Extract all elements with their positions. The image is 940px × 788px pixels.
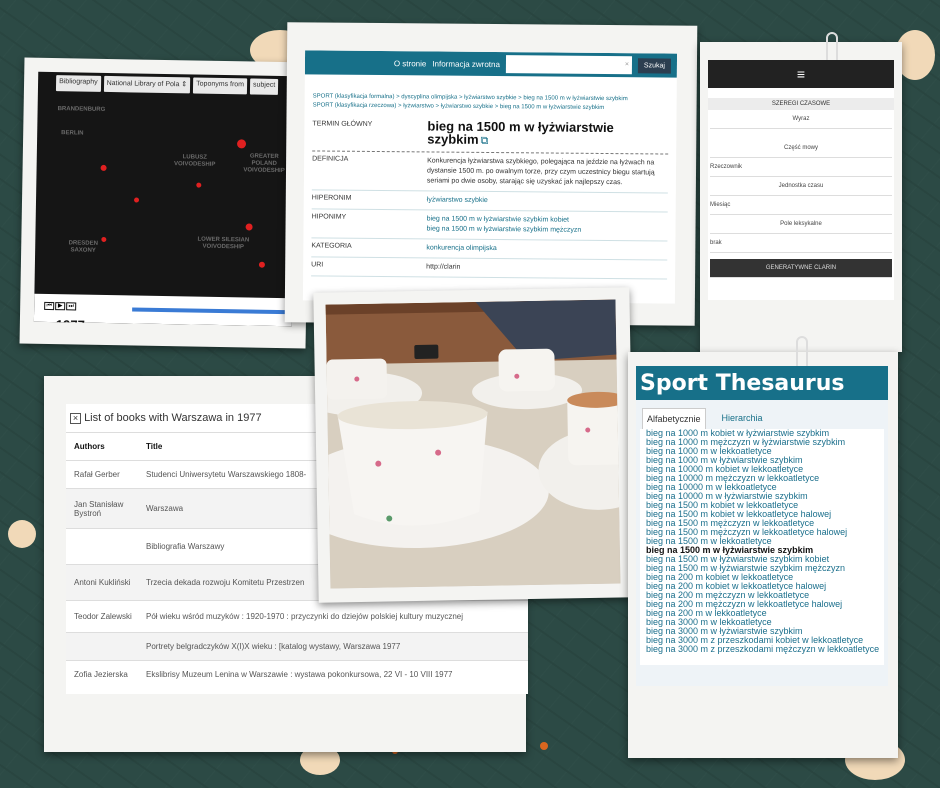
nav-feedback-link[interactable]: Informacja zwrotna [432, 59, 500, 69]
author-cell: Jan Stanisław Bystroń [74, 499, 124, 518]
paint-dot [540, 742, 548, 750]
hamburger-menu-icon[interactable]: ≡ [708, 60, 894, 88]
paint-blob [8, 520, 36, 548]
region-label: BERLIN [61, 130, 84, 137]
definition-text: Konkurencja łyżwiarstwa szybkiego, poleg… [426, 157, 655, 187]
author-cell: Antoni Kukliński [74, 578, 131, 587]
teacups-image [325, 299, 621, 589]
subject-select[interactable]: subject [249, 78, 279, 95]
hyperonym-label: HIPERONIM [311, 194, 352, 202]
panel-header: SZEREGI CZASOWE [708, 98, 894, 110]
thesaurus-page: O stronie Informacja zwrotna × Szukaj SP… [302, 50, 678, 304]
library-select[interactable]: National Library of Pola ⇕ [103, 75, 191, 94]
time-series-app: ≡ SZEREGI CZASOWE Wyraz Część mowy Rzecz… [708, 60, 894, 300]
year-label: 1977 [55, 317, 85, 327]
region-label: GREATER POLAND VOIVODESHIP [243, 153, 285, 175]
data-point[interactable] [101, 236, 107, 242]
sport-thesaurus-photo: Sport Thesaurus Alfabetycznie Hierarchia… [628, 336, 898, 758]
top-navbar: O stronie Informacja zwrotna × Szukaj [304, 50, 678, 78]
list-title: List of books with Warszawa in 1977 [84, 412, 262, 424]
search-input[interactable]: × [505, 55, 633, 75]
term-list[interactable]: bieg na 1000 m kobiet w łyżwiarstwie szy… [640, 429, 884, 665]
step-forward-button[interactable]: ⏭ [66, 302, 77, 311]
category-link[interactable]: konkurencja olimpijska [426, 243, 667, 255]
map-screenshot-photo: Bibliography National Library of Pola ⇕ … [19, 57, 311, 349]
app-title: Sport Thesaurus [636, 366, 888, 400]
search-button[interactable]: Szukaj [637, 57, 672, 74]
table-row[interactable]: Zofia Jezierska Ekslibrisy Muzeum Lenina … [66, 660, 528, 688]
nav-about-link[interactable]: O stronie [394, 59, 427, 68]
teacups-photo [313, 287, 635, 603]
author-cell: Rafał Gerber [74, 470, 120, 479]
toponyms-label: Toponyms from [193, 77, 248, 95]
pos-label: Część mowy [710, 139, 892, 158]
main-term: bieg na 1500 m w łyżwiarstwie szybkim [427, 118, 614, 147]
title-cell: Ekslibrisy Muzeum Lenina w Warszawie : w… [146, 670, 453, 679]
uri-label: URI [311, 261, 324, 269]
data-point[interactable] [236, 139, 247, 149]
step-back-button[interactable]: ⏮ [44, 301, 55, 311]
region-label: DRESDEN SAXONY [68, 240, 99, 254]
copy-icon[interactable]: ⧉ [481, 135, 489, 147]
tab-hierarchy[interactable]: Hierarchia [718, 408, 767, 429]
sport-thesaurus-app: Sport Thesaurus Alfabetycznie Hierarchia… [636, 366, 888, 686]
lexical-field-select[interactable]: brak [710, 234, 892, 253]
map-toolbar: Bibliography National Library of Pola ⇕ … [38, 75, 296, 96]
footer-logos: GENERATYWNE CLARIN [710, 259, 892, 278]
region-label: LOWER SILESIAN VOIVODESHIP [197, 236, 250, 251]
region-label: BRANDENBURG [57, 106, 106, 113]
term-label: TERMIN GŁÓWNY [312, 120, 373, 128]
authors-header[interactable]: Authors [66, 442, 138, 451]
title-cell: Pół wieku wśród muzyków : 1920-1970 : pr… [146, 612, 464, 621]
hyperonym-link[interactable]: łyżwiarstwo szybkie [427, 195, 668, 207]
data-point[interactable] [258, 261, 265, 268]
table-row[interactable]: Portrety belgradczyków X(I)X wieku : [ka… [66, 632, 528, 660]
hyponym-link[interactable]: bieg na 1500 m w łyżwiarstwie szybkim mę… [426, 224, 667, 236]
author-cell: Teodor Zalewski [74, 612, 132, 621]
title-cell: Portrety belgradczyków X(I)X wieku : [ka… [146, 642, 401, 651]
data-point[interactable] [196, 182, 202, 188]
author-cell: Zofia Jezierska [74, 670, 128, 679]
tab-alphabetical[interactable]: Alfabetycznie [642, 408, 706, 429]
region-label: LUBUSZ VOIVODESHIP [173, 154, 216, 168]
data-point[interactable] [134, 197, 140, 203]
thesaurus-page-photo: O stronie Informacja zwrotna × Szukaj SP… [284, 22, 698, 326]
close-icon[interactable]: × [70, 413, 81, 424]
view-tabs: Alfabetycznie Hierarchia [636, 408, 888, 429]
category-label: KATEGORIA [311, 242, 352, 250]
play-button[interactable]: ▶ [55, 302, 66, 311]
time-series-photo: ≡ SZEREGI CZASOWE Wyraz Część mowy Rzecz… [700, 32, 902, 352]
data-point[interactable] [245, 223, 253, 231]
table-row[interactable]: Teodor Zalewski Pół wieku wśród muzyków :… [66, 600, 528, 632]
pos-select[interactable]: Rzeczownik [710, 158, 892, 177]
data-point[interactable] [100, 164, 107, 171]
lexical-field-label: Pole leksykalne [710, 215, 892, 234]
term-list-item[interactable]: bieg na 3000 m z przeszkodami mężczyzn w… [646, 645, 879, 654]
time-unit-select[interactable]: Miesiąc [710, 196, 892, 215]
time-unit-label: Jednostka czasu [710, 177, 892, 196]
hyponyms-label: HIPONIMY [311, 213, 347, 221]
definition-label: DEFINICJA [312, 155, 349, 163]
uri-value[interactable]: http://clarin [426, 262, 667, 274]
playback-controls: ⏮ ▶ ⏭ [44, 301, 77, 311]
word-field[interactable]: Wyraz [710, 110, 892, 129]
map-view[interactable]: Bibliography National Library of Pola ⇕ … [33, 71, 297, 327]
bibliography-tab[interactable]: Bibliography [55, 75, 101, 92]
